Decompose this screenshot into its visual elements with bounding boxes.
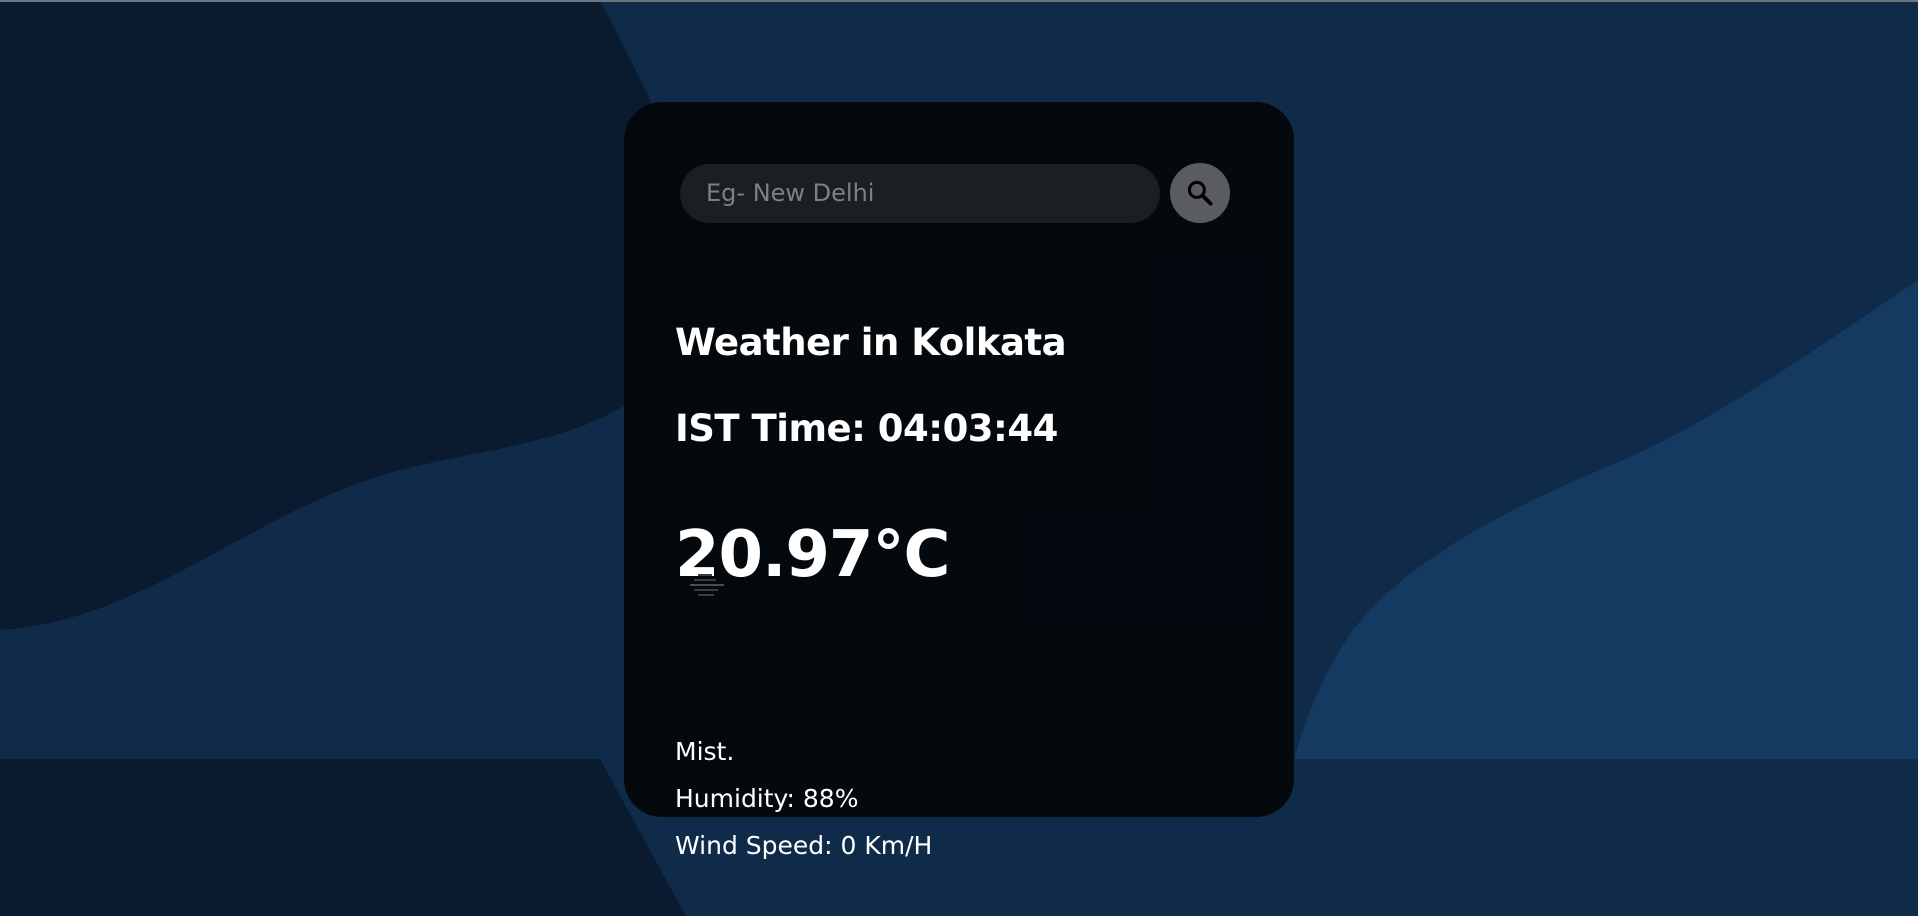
search-bar xyxy=(680,163,1230,223)
weather-details: Mist. Humidity: 88% Wind Speed: 0 Km/H xyxy=(675,728,932,869)
mist-icon xyxy=(690,574,724,596)
humidity: Humidity: 88% xyxy=(675,784,859,813)
page: Weather in Kolkata IST Time: 04:03:44 20… xyxy=(0,0,1918,916)
search-input[interactable] xyxy=(680,163,1160,223)
search-icon xyxy=(1187,180,1213,206)
search-button[interactable] xyxy=(1170,163,1230,223)
weather-card: Weather in Kolkata IST Time: 04:03:44 20… xyxy=(624,102,1294,860)
wind-speed: Wind Speed: 0 Km/H xyxy=(675,831,933,860)
window-top-border xyxy=(0,0,1918,2)
city-title: Weather in Kolkata xyxy=(675,321,1067,364)
local-time: IST Time: 04:03:44 xyxy=(675,407,1058,450)
weather-description: Mist. xyxy=(675,737,735,766)
